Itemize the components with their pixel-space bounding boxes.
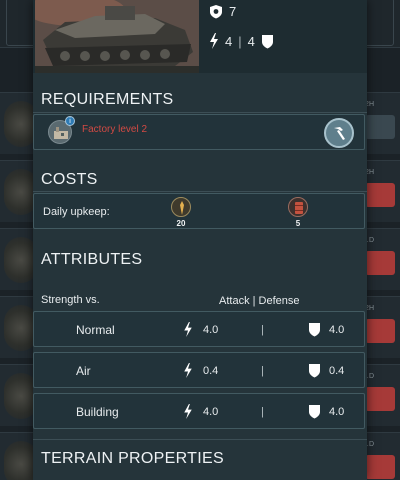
attack-value: 0.4 <box>203 365 219 377</box>
tank-image <box>35 0 199 73</box>
requirement-text: Factory level 2 <box>82 124 148 135</box>
defense-stat: 7 <box>209 4 236 19</box>
attributes-title: ATTRIBUTES <box>41 251 143 268</box>
attack-value: 4 <box>225 33 233 49</box>
attribute-row-normal: Normal 4.0 | 4.0 <box>33 311 365 347</box>
defense-value: 0.4 <box>329 365 345 377</box>
shield-icon <box>261 34 273 48</box>
resource-value: 5 <box>295 219 301 228</box>
shield-icon <box>309 323 320 337</box>
strength-label: Strength vs. <box>41 294 100 306</box>
requirement-item[interactable]: i Factory level 2 <box>33 114 365 150</box>
shield-icon <box>309 405 320 419</box>
terrain-properties-title: TERRAIN PROPERTIES <box>41 450 224 467</box>
background-action-button[interactable] <box>365 183 395 207</box>
divider <box>33 112 367 113</box>
costs-box: Daily upkeep: 20 5 <box>33 193 365 229</box>
requirements-title: REQUIREMENTS <box>41 91 174 108</box>
resource-value: 20 <box>176 219 186 228</box>
attribute-name: Air <box>76 364 91 378</box>
separator: | <box>261 406 264 418</box>
shield-icon <box>210 5 222 19</box>
attack-defense-header: Attack | Defense <box>219 295 300 307</box>
attack-value-secondary: 4 <box>247 33 255 49</box>
background-action-button[interactable] <box>365 387 395 411</box>
resource-grain: 20 <box>170 197 192 228</box>
grain-icon <box>171 197 191 217</box>
attack-value: 4.0 <box>203 406 219 418</box>
attribute-name: Building <box>76 405 119 419</box>
separator: | <box>238 33 242 49</box>
attack-value: 4.0 <box>203 324 219 336</box>
separator: | <box>261 324 264 336</box>
info-badge: i <box>65 116 75 126</box>
unit-details-modal: 7 4 | 4 REQUIREMENTS i Factory level 2 C… <box>33 0 367 480</box>
fuel-barrel-icon <box>288 197 308 217</box>
defense-value: 4.0 <box>329 406 345 418</box>
daily-upkeep-label: Daily upkeep: <box>43 206 110 218</box>
shield-icon <box>309 364 320 378</box>
attack-stat: 4 | 4 <box>209 33 274 49</box>
defense-value: 7 <box>229 4 237 19</box>
lightning-icon <box>184 322 192 337</box>
costs-title: COSTS <box>41 171 98 188</box>
resource-fuel: 5 <box>287 197 309 228</box>
build-requirement-button[interactable] <box>324 118 354 148</box>
lightning-icon <box>184 404 192 419</box>
attribute-row-air: Air 0.4 | 0.4 <box>33 352 365 388</box>
defense-value: 4.0 <box>329 324 345 336</box>
lightning-icon <box>184 363 192 378</box>
hammer-icon <box>334 127 345 140</box>
background-action-button[interactable] <box>365 251 395 275</box>
separator: | <box>261 365 264 377</box>
lightning-icon <box>210 33 218 49</box>
background-action-button[interactable] <box>365 115 395 139</box>
background-action-button[interactable] <box>365 319 395 343</box>
attribute-name: Normal <box>76 323 115 337</box>
divider <box>33 191 367 192</box>
unit-header: 7 4 | 4 <box>33 0 367 73</box>
divider <box>33 439 367 440</box>
attribute-row-building: Building 4.0 | 4.0 <box>33 393 365 429</box>
background-action-button[interactable] <box>365 455 395 479</box>
